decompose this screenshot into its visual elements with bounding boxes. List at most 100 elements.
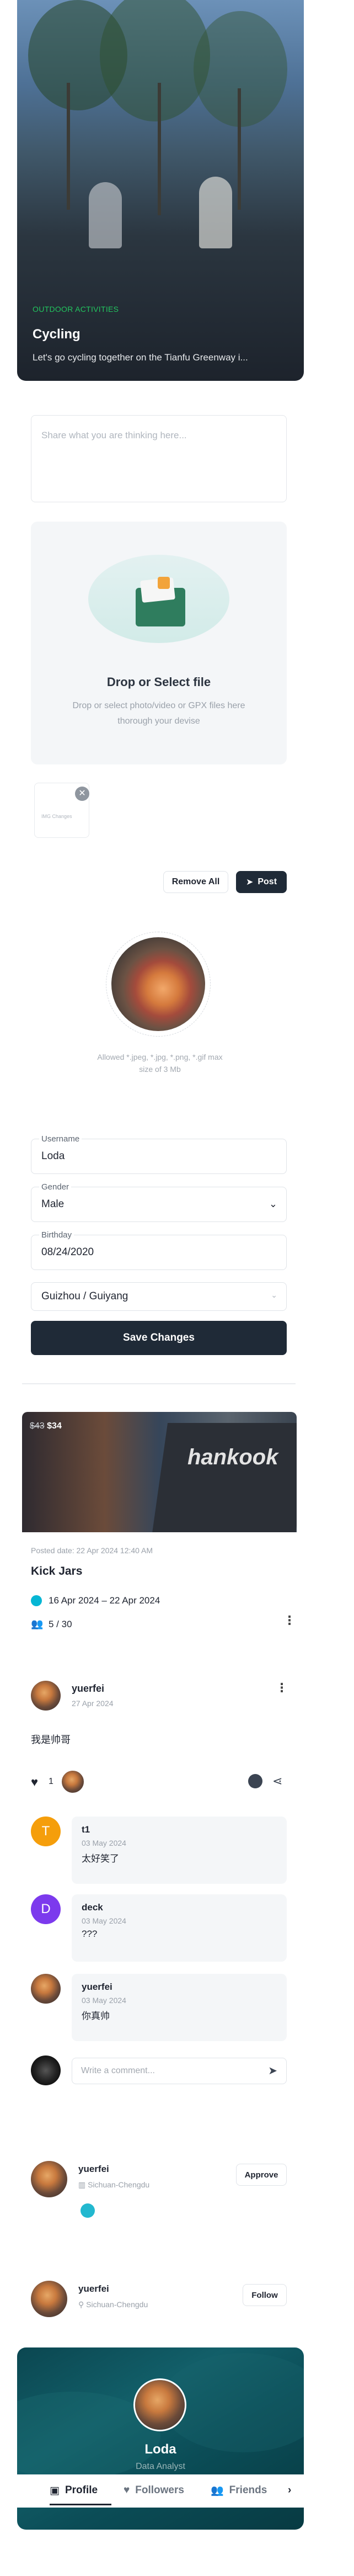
- event-date-range: 16 Apr 2024 – 22 Apr 2024: [49, 1595, 160, 1606]
- id-card-icon: ▣: [50, 2484, 60, 2497]
- tab-friends[interactable]: 👥 Friends: [211, 2478, 267, 2503]
- comment-author: deck: [82, 1902, 103, 1913]
- liker-avatar: [61, 1770, 85, 1794]
- comment-date: 03 May 2024: [82, 1996, 126, 2005]
- event-cover-image: hankook: [22, 1412, 297, 1532]
- building-icon: ▥: [78, 2180, 86, 2189]
- tab-followers[interactable]: ♥ Followers: [124, 2478, 184, 2503]
- birthday-value: 08/24/2020: [41, 1246, 94, 1258]
- comment-input[interactable]: Write a comment... ➤: [72, 2058, 287, 2084]
- request-location-text: Sichuan-Chengdu: [88, 2180, 150, 2189]
- send-icon[interactable]: ➤: [268, 2064, 277, 2078]
- composer-placeholder: Share what you are thinking here...: [41, 430, 187, 440]
- remove-file-icon[interactable]: ✕: [75, 787, 89, 801]
- location-value: Guizhou / Guiyang: [41, 1290, 128, 1302]
- event-capacity: 5 / 30: [49, 1619, 72, 1629]
- upload-title: Drop or Select file: [106, 675, 211, 689]
- current-price: $34: [47, 1421, 62, 1431]
- users-icon: 👥: [31, 1618, 44, 1629]
- share-icon[interactable]: ⋖: [272, 1774, 282, 1788]
- location-pin-icon: ⚲: [78, 2300, 84, 2309]
- tire-graphic: [152, 1423, 297, 1532]
- event-price: $43 $34: [30, 1421, 62, 1431]
- tab-label: Followers: [135, 2484, 184, 2496]
- remove-all-button[interactable]: Remove All: [163, 871, 228, 893]
- upload-dropzone[interactable]: Drop or Select file Drop or select photo…: [31, 522, 287, 764]
- cyclist-figure: [89, 182, 122, 248]
- username-value: Loda: [41, 1150, 65, 1162]
- chevron-right-icon[interactable]: ›: [288, 2478, 291, 2503]
- comment-date: 03 May 2024: [82, 1916, 126, 1925]
- comment-text: ???: [82, 1929, 98, 1939]
- event-title[interactable]: Kick Jars: [31, 1565, 82, 1578]
- like-count: 1: [49, 1777, 53, 1786]
- post-button[interactable]: ➤ Post: [236, 871, 287, 893]
- heart-icon[interactable]: ♥: [31, 1775, 38, 1789]
- tree-trunk: [158, 83, 161, 215]
- commenter-avatar: D: [31, 1894, 61, 1924]
- tab-label: Profile: [65, 2484, 98, 2496]
- post-author[interactable]: yuerfei: [72, 1683, 104, 1695]
- avatar-hint: Allowed *.jpeg, *.jpg, *.png, *.gif max …: [97, 1053, 223, 1074]
- follow-name[interactable]: yuerfei: [78, 2283, 109, 2295]
- request-name[interactable]: yuerfei: [78, 2164, 109, 2175]
- tire-brand-text: hankook: [187, 1445, 278, 1469]
- current-user-avatar: [31, 2056, 61, 2085]
- profile-role: Data Analyst: [136, 2462, 185, 2471]
- comment-author: yuerfei: [82, 1982, 112, 1992]
- gender-label: Gender: [39, 1182, 72, 1192]
- comment-placeholder: Write a comment...: [81, 2066, 155, 2075]
- tree-trunk: [238, 88, 241, 210]
- more-options-icon[interactable]: ⋮: [283, 1613, 296, 1628]
- tab-profile[interactable]: ▣ Profile: [50, 2478, 98, 2503]
- profile-avatar[interactable]: [133, 2378, 186, 2431]
- more-options-icon[interactable]: ⋮: [276, 1681, 288, 1695]
- chevron-down-icon: ⌄: [269, 1198, 277, 1209]
- clock-icon: [31, 1595, 42, 1606]
- location-select[interactable]: Guizhou / Guiyang ⌄: [31, 1282, 287, 1311]
- comment-bubble: t1 03 May 2024 太好笑了: [72, 1817, 287, 1884]
- post-date: 27 Apr 2024: [72, 1699, 114, 1708]
- chat-icon[interactable]: [81, 2203, 95, 2218]
- activity-description: Let's go cycling together on the Tianfu …: [33, 352, 248, 363]
- post-composer[interactable]: Share what you are thinking here...: [31, 415, 287, 502]
- comment-bubble: yuerfei 03 May 2024 你真帅: [72, 1974, 287, 2041]
- activity-card[interactable]: OUTDOOR ACTIVITIES Cycling Let's go cycl…: [17, 0, 304, 381]
- old-price: $43: [30, 1421, 45, 1431]
- request-location: ▥ Sichuan-Chengdu: [78, 2180, 149, 2190]
- post-button-label: Post: [258, 877, 277, 886]
- comment-bubble: deck 03 May 2024 ???: [72, 1894, 287, 1962]
- comment-text: 你真帅: [82, 2011, 110, 2021]
- birthday-field[interactable]: Birthday 08/24/2020: [31, 1230, 287, 1270]
- event-posted-date: Posted date: 22 Apr 2024 12:40 AM: [31, 1546, 153, 1555]
- comment-icon[interactable]: [248, 1774, 262, 1788]
- commenter-avatar: [31, 1974, 61, 2004]
- upload-hint: Drop or select photo/video or GPX files …: [72, 701, 245, 726]
- commenter-avatar: T: [31, 1817, 61, 1846]
- chevron-down-icon: ⌄: [271, 1290, 277, 1299]
- profile-avatar-image: [135, 2380, 185, 2430]
- cyclist-figure: [199, 177, 232, 248]
- follow-button[interactable]: Follow: [243, 2284, 287, 2306]
- author-avatar[interactable]: [31, 1681, 61, 1711]
- comment-date: 03 May 2024: [82, 1839, 126, 1847]
- gender-value: Male: [41, 1198, 65, 1210]
- comment-author: t1: [82, 1824, 90, 1835]
- approve-button[interactable]: Approve: [236, 2164, 287, 2186]
- activity-category: OUTDOOR ACTIVITIES: [33, 305, 119, 314]
- send-icon: ➤: [245, 878, 254, 887]
- request-avatar[interactable]: [31, 2161, 67, 2197]
- users-icon: 👥: [211, 2485, 224, 2497]
- file-name: IMG Changes: [41, 814, 72, 819]
- follow-avatar[interactable]: [31, 2281, 67, 2317]
- birthday-label: Birthday: [39, 1230, 74, 1240]
- follow-location-text: Sichuan-Chengdu: [86, 2300, 148, 2309]
- username-field[interactable]: Username Loda: [31, 1134, 287, 1174]
- gender-select[interactable]: Gender Male ⌄: [31, 1182, 287, 1222]
- save-changes-button[interactable]: Save Changes: [31, 1321, 287, 1355]
- profile-name: Loda: [144, 2442, 176, 2457]
- comment-text: 太好笑了: [82, 1853, 119, 1864]
- avatar-upload[interactable]: [106, 932, 211, 1037]
- activity-title: Cycling: [33, 327, 81, 342]
- username-label: Username: [39, 1134, 82, 1144]
